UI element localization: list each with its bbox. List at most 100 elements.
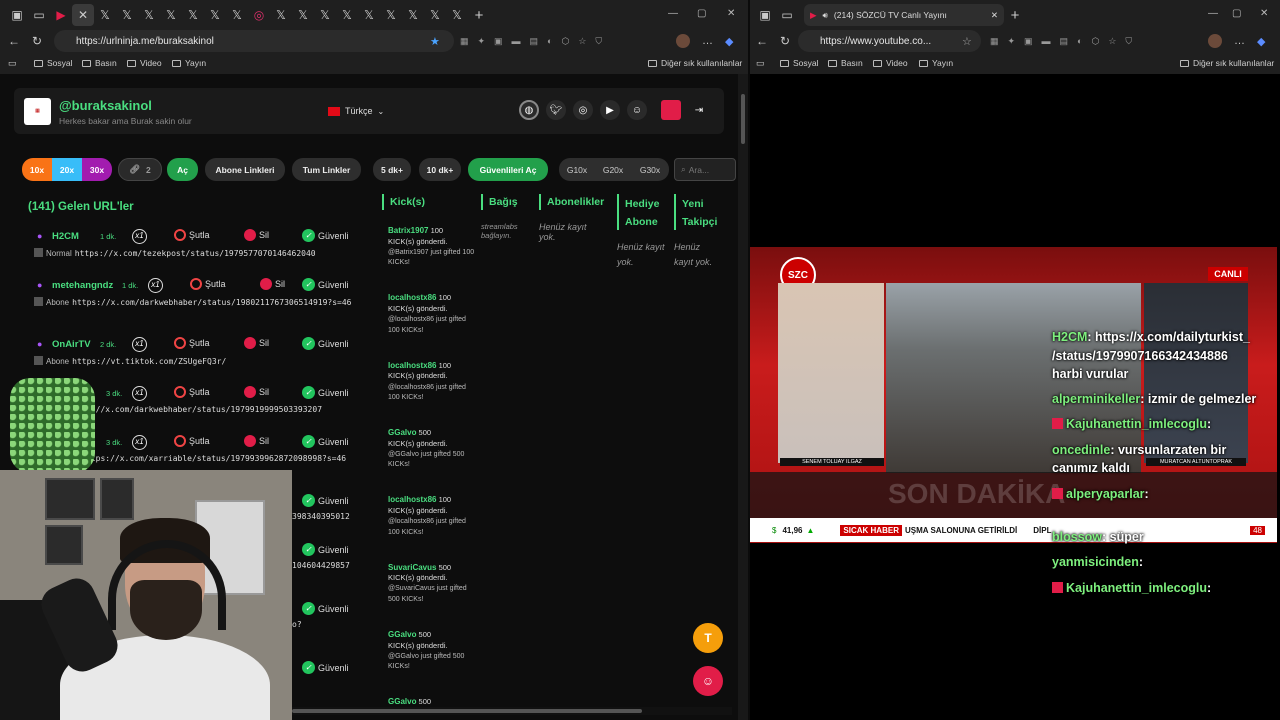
close-window-icon[interactable]: ✕ [727,8,735,19]
tab-x-icon[interactable]: 𝕏 [116,4,138,26]
extension-icons[interactable]: ▦✦▣▬▤◐⬡☆⛉ [460,36,611,47]
minimize-icon[interactable]: — [1208,8,1218,19]
bookmark-yayin[interactable]: Yayın [172,58,206,68]
tab-x-icon[interactable]: 𝕏 [138,4,160,26]
workspaces-icon[interactable]: ▣ [6,4,28,26]
discord-icon[interactable]: ☺ [627,100,647,120]
tab-instagram-icon[interactable]: ◎ [248,4,270,26]
support-fab-icon[interactable]: ☺ [693,666,723,696]
filter-30x-button[interactable]: 30x [82,158,112,181]
guvenli-button[interactable]: ✓ Güvenli [302,661,349,674]
tab-active-icon[interactable]: ✕ [72,4,94,26]
new-tab-icon[interactable]: + [1004,4,1026,26]
bookmark-other[interactable]: Diğer sık kullanılanlar [1180,58,1274,68]
horizontal-scrollbar[interactable] [292,707,732,715]
x1-button[interactable]: x1 [132,337,147,352]
guvenli-button[interactable]: ✓ Güvenli [302,494,349,507]
tab-actions-icon[interactable]: ▭ [28,4,50,26]
extension-icons[interactable]: ▦✦▣▬▤◐⬡☆⛉ [990,36,1141,47]
submitted-url[interactable]: https://vt.tiktok.com/ZSUgeFQ3r/ [72,357,226,366]
language-select[interactable]: Türkçe ⌄ [328,106,384,116]
filter-10dk-button[interactable]: 10 dk+ [419,158,461,181]
sutla-button[interactable]: Şutla [190,278,226,290]
guvenli-button[interactable]: ✓ Güvenli [302,386,349,399]
bookmarks-menu-icon[interactable]: ▭ [756,58,765,69]
back-icon[interactable]: ← [8,34,20,48]
guvenli-button[interactable]: ✓ Güvenli [302,229,349,242]
kick-icon[interactable]: ◍ [519,100,539,120]
filter-5dk-button[interactable]: 5 dk+ [373,158,411,181]
refresh-icon[interactable]: ↻ [32,34,42,48]
guvenlileri-ac-button[interactable]: Güvenlileri Aç [468,158,548,181]
submitted-url[interactable]: https://x.com/darkwebhaber/status/198021… [72,298,351,307]
tab-x-icon[interactable]: 𝕏 [160,4,182,26]
guvenli-button[interactable]: ✓ Güvenli [302,337,349,350]
url-field[interactable]: https://urlninja.me/buraksakinol [54,30,454,52]
bookmark-yayin[interactable]: Yayın [919,58,953,68]
close-tab-icon[interactable]: ✕ [991,10,998,21]
submitted-url[interactable]: 398340395012 [292,512,350,521]
sender-name[interactable]: H2CM [52,231,79,242]
tab-x-icon[interactable]: 𝕏 [336,4,358,26]
submitted-url[interactable]: https://x.com/tezekpost/status/197957707… [75,249,316,258]
instagram-icon[interactable]: ◎ [573,100,593,120]
bookmark-video[interactable]: Video [127,58,162,68]
sutla-button[interactable]: Şutla [174,229,210,241]
sil-button[interactable]: Sil [244,229,269,241]
kick-live-icon[interactable] [661,100,681,120]
vertical-scrollbar[interactable] [738,74,748,720]
guvenli-button[interactable]: ✓ Güvenli [302,543,349,556]
bookmark-basin[interactable]: Basın [82,58,117,68]
tab-x-icon[interactable]: 𝕏 [226,4,248,26]
logout-icon[interactable]: ⇥ [689,100,709,120]
favorite-star-icon[interactable]: ☆ [962,35,972,48]
tum-linkler-button[interactable]: Tum Linkler [292,158,361,181]
link-count-button[interactable]: 🔗︎ 2 [118,158,162,181]
menu-icon[interactable]: … [702,35,713,47]
sender-name[interactable]: OnAirTV [52,339,91,350]
ac-button[interactable]: Aç [167,158,198,181]
submitted-url[interactable]: 104604429857 [292,561,350,570]
x1-button[interactable]: x1 [132,435,147,450]
guvenli-button[interactable]: ✓ Güvenli [302,435,349,448]
url-field[interactable]: https://www.youtube.co... [798,30,981,52]
new-tab-icon[interactable]: + [468,4,490,26]
profile-avatar[interactable] [1208,34,1222,48]
search-input[interactable]: ⌕ Ara... [674,158,736,181]
tab-actions-icon[interactable]: ▭ [776,4,798,26]
submitted-url[interactable]: s://x.com/darkwebhaber/status/1979919999… [86,405,322,414]
close-window-icon[interactable]: ✕ [1260,8,1268,19]
workspaces-icon[interactable]: ▣ [754,4,776,26]
tab-x-icon[interactable]: 𝕏 [292,4,314,26]
tab-youtube[interactable]: ▶ 🔊︎ (214) SÖZCÜ TV Canlı Yayını ✕ [804,4,1004,26]
copilot-icon[interactable]: ◆ [725,35,733,48]
bookmark-sosyal[interactable]: Sosyal [34,58,73,68]
sender-name[interactable]: metehangndz [52,280,113,291]
tab-x-icon[interactable]: 𝕏 [424,4,446,26]
sutla-button[interactable]: Şutla [174,435,210,447]
sil-button[interactable]: Sil [244,435,269,447]
menu-icon[interactable]: … [1234,35,1245,47]
minimize-icon[interactable]: — [668,8,678,19]
bookmark-video[interactable]: Video [873,58,908,68]
sutla-button[interactable]: Şutla [174,386,210,398]
bookmarks-menu-icon[interactable]: ▭ [8,58,17,69]
tab-x-icon[interactable]: 𝕏 [402,4,424,26]
bookmark-basin[interactable]: Basın [828,58,863,68]
refresh-icon[interactable]: ↻ [780,34,790,48]
tab-x-icon[interactable]: 𝕏 [314,4,336,26]
filter-10x-button[interactable]: 10x [22,158,52,181]
tab-x-icon[interactable]: 𝕏 [204,4,226,26]
tab-youtube-icon[interactable]: ▶ [50,4,72,26]
bookmark-other[interactable]: Diğer sık kullanılanlar [648,58,742,68]
sil-button[interactable]: Sil [244,386,269,398]
t-fab-button[interactable]: T [693,623,723,653]
twitter-icon[interactable]: 🐦︎ [546,100,566,120]
maximize-icon[interactable]: ▢ [1232,8,1241,19]
filter-g20x-button[interactable]: G20x [595,158,631,181]
guvenli-button[interactable]: ✓ Güvenli [302,278,349,291]
tab-x-icon[interactable]: 𝕏 [94,4,116,26]
sil-button[interactable]: Sil [244,337,269,349]
copilot-icon[interactable]: ◆ [1257,35,1265,48]
filter-20x-button[interactable]: 20x [52,158,82,181]
